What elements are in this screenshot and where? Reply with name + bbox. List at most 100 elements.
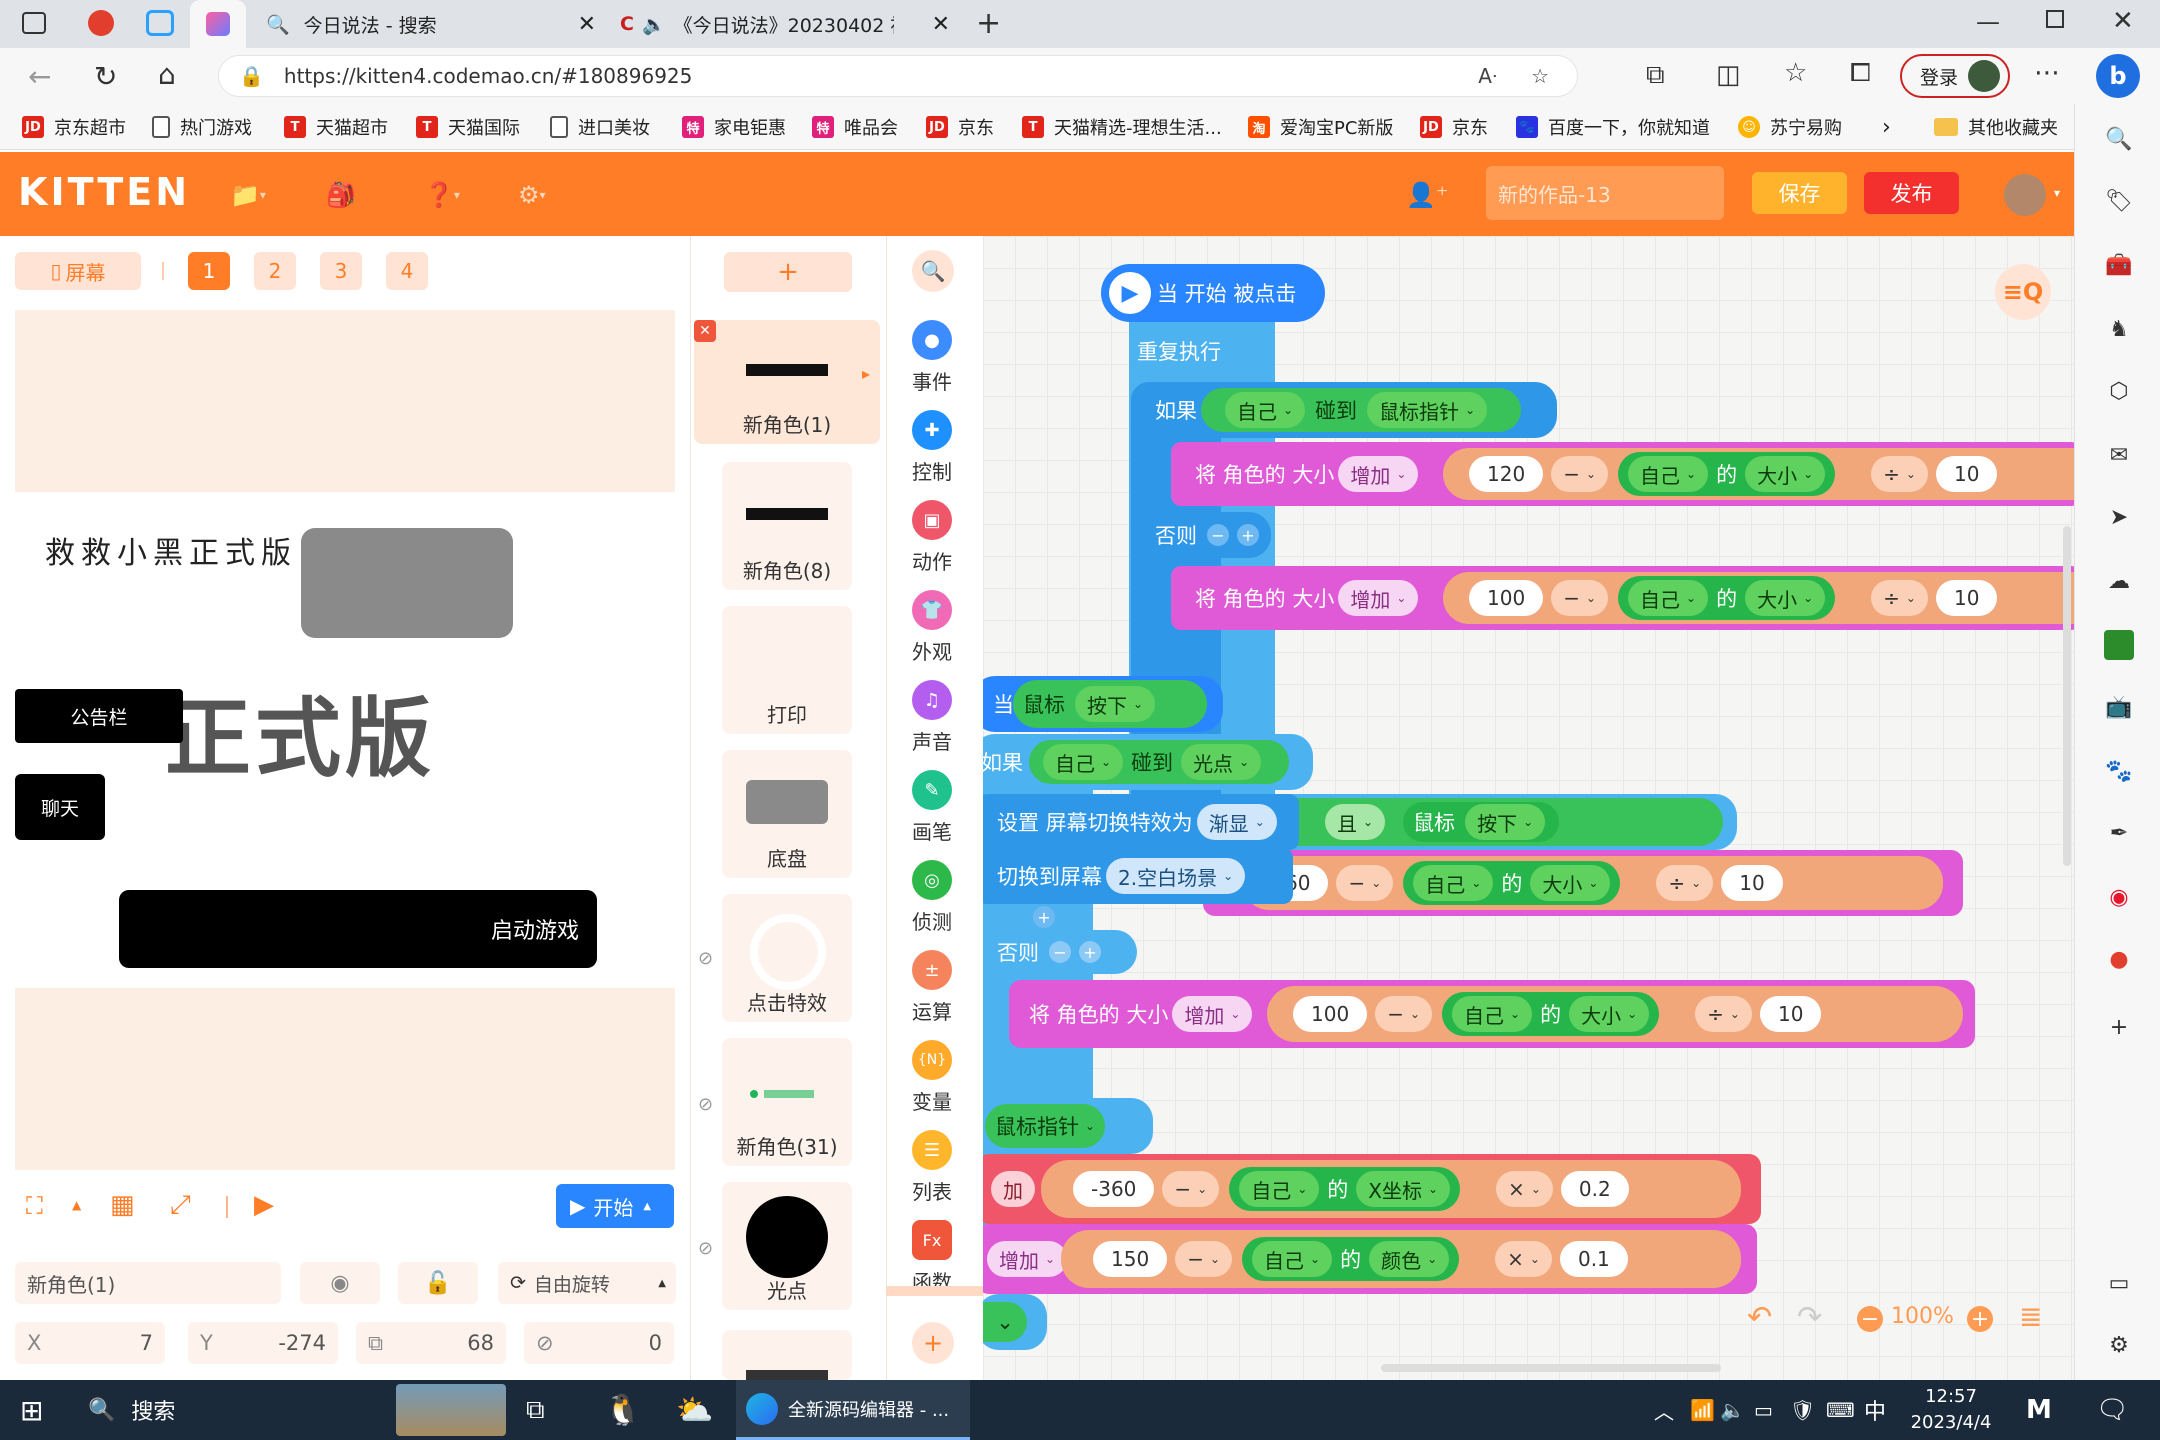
number-input[interactable]: 10 bbox=[1759, 996, 1822, 1032]
work-title-input[interactable]: 新的作品-13 bbox=[1486, 166, 1724, 220]
hidden-eye-icon[interactable]: ⊘ bbox=[698, 948, 713, 969]
bookmark-item[interactable]: 进口美妆 bbox=[550, 112, 650, 142]
category-looks[interactable]: 👕 外观 bbox=[890, 590, 974, 674]
chat-button[interactable]: 聊天 bbox=[15, 774, 105, 840]
add-collaborator-icon[interactable]: 👤⁺ bbox=[1406, 180, 1449, 210]
bookmark-item[interactable]: T 天猫精选-理想生活... bbox=[1022, 112, 1222, 142]
bookmark-item[interactable]: T 天猫超市 bbox=[284, 112, 388, 142]
extensions-icon[interactable]: ⧉ bbox=[1646, 60, 1665, 91]
horizontal-scrollbar[interactable] bbox=[1381, 1364, 1721, 1372]
bookmark-item[interactable]: 热门游戏 bbox=[152, 112, 252, 142]
clock[interactable]: 12:57 2023/4/4 bbox=[1906, 1384, 1996, 1436]
bookmark-item[interactable]: JD 京东 bbox=[926, 112, 994, 142]
operator-select[interactable]: − ⌄ bbox=[1175, 1241, 1233, 1277]
operator-select[interactable]: − ⌄ bbox=[1551, 456, 1609, 492]
stage-canvas[interactable]: 救救小黑正式版 正式版 公告栏 聊天 启动游戏 bbox=[15, 310, 675, 1170]
login-button[interactable]: 登录 bbox=[1900, 54, 2010, 98]
fullscreen-icon[interactable]: ⤢ bbox=[170, 1190, 191, 1221]
close-icon[interactable]: ✕ bbox=[578, 12, 596, 37]
sidebar-layout-icon[interactable]: ▭ bbox=[2104, 1268, 2134, 1298]
self-select[interactable]: 自己 ⌄ bbox=[1225, 392, 1306, 428]
size-select[interactable]: 大小 ⌄ bbox=[1569, 996, 1650, 1032]
bookmark-item[interactable]: 特唯品会 bbox=[812, 112, 898, 142]
search-icon[interactable]: 🔍 bbox=[2104, 124, 2134, 154]
number-input[interactable]: -360 bbox=[1073, 1171, 1155, 1207]
category-event[interactable]: ● 事件 bbox=[890, 320, 974, 404]
when-mouse-block[interactable]: 当 鼠标 按下 ⌄ bbox=[983, 676, 1223, 732]
add-branch-icon[interactable]: + bbox=[1033, 906, 1055, 928]
weibo-icon[interactable]: ◉ bbox=[2104, 882, 2134, 912]
volume-icon[interactable]: 🔈 bbox=[1720, 1380, 1745, 1440]
bilibili-icon[interactable]: 📺 bbox=[2104, 692, 2134, 722]
bookmark-item[interactable]: JD 京东 bbox=[1420, 112, 1488, 142]
help-menu-icon[interactable]: ❓ ▾ bbox=[424, 180, 460, 210]
maximize-icon[interactable] bbox=[2046, 10, 2064, 28]
math-expression[interactable]: 100 − ⌄ 自己 ⌄ 的 大小 ⌄ ÷ ⌄ 10 bbox=[1443, 572, 2074, 624]
bookmark-folder[interactable]: 其他收藏夹 bbox=[1934, 112, 2058, 142]
property-reporter[interactable]: 自己 ⌄ 的 大小 ⌄ bbox=[1442, 992, 1660, 1036]
number-input[interactable]: 0.1 bbox=[1559, 1241, 1628, 1277]
toolbox-icon[interactable]: 🧰 bbox=[2104, 250, 2134, 280]
record-icon[interactable]: ▶ bbox=[254, 1190, 274, 1220]
pointer-reporter[interactable]: 鼠标指针 ⌄ bbox=[985, 1104, 1106, 1148]
partial-condition-block[interactable]: ⌄ bbox=[983, 1294, 1047, 1350]
increase-select[interactable]: 增加 ⌄ bbox=[1338, 456, 1419, 492]
self-select[interactable]: 自己 ⌄ bbox=[1413, 865, 1494, 901]
speaker-icon[interactable]: 🔈 bbox=[642, 13, 666, 36]
category-motion[interactable]: ▣ 动作 bbox=[890, 500, 974, 584]
send-icon[interactable]: ➤ bbox=[2104, 502, 2134, 532]
save-button[interactable]: 保存 bbox=[1752, 172, 1847, 214]
read-aloud-icon[interactable]: Aᐧ bbox=[1478, 64, 1497, 88]
self-select[interactable]: 自己 ⌄ bbox=[1628, 580, 1709, 616]
math-expression[interactable]: 60 − ⌄ 自己 ⌄ 的 大小 ⌄ ÷ ⌄ 10 bbox=[1243, 856, 1943, 910]
screen-tab-3[interactable]: 3 bbox=[320, 252, 362, 290]
size-field[interactable]: ⧉ 68 bbox=[356, 1322, 506, 1364]
operator-select[interactable]: − ⌄ bbox=[1375, 996, 1433, 1032]
number-input[interactable]: 0.2 bbox=[1560, 1171, 1629, 1207]
battery-icon[interactable]: ▭ bbox=[1754, 1380, 1773, 1440]
math-expression[interactable]: 120 − ⌄ 自己 ⌄ 的 大小 ⌄ ÷ ⌄ 10 bbox=[1443, 448, 2074, 500]
backpack-icon[interactable]: 🎒 bbox=[326, 180, 356, 210]
pressed-select[interactable]: 按下 ⌄ bbox=[1465, 804, 1546, 840]
switch-screen-block[interactable]: 切换到屏幕 2.空白场景 ⌄ bbox=[983, 848, 1293, 904]
security-icon[interactable]: 🛡 bbox=[1790, 1380, 1815, 1440]
math-expression[interactable]: 100 − ⌄ 自己 ⌄ 的 大小 ⌄ ÷ ⌄ 10 bbox=[1267, 986, 1963, 1042]
operator-select[interactable]: − ⌄ bbox=[1162, 1171, 1220, 1207]
screen-tab-4[interactable]: 4 bbox=[386, 252, 428, 290]
meet-icon[interactable]: M bbox=[2026, 1380, 2052, 1440]
tab-favicon-2[interactable] bbox=[146, 10, 174, 36]
y-field[interactable]: Y -274 bbox=[188, 1322, 338, 1364]
set-transition-block[interactable]: 设置 屏幕切换特效为 渐显 ⌄ bbox=[983, 794, 1299, 850]
operator-select[interactable]: ÷ ⌄ bbox=[1871, 456, 1928, 492]
increase-select[interactable]: 增加 ⌄ bbox=[1172, 996, 1253, 1032]
number-input[interactable]: 100 bbox=[1469, 580, 1544, 616]
screen-tab-2[interactable]: 2 bbox=[254, 252, 296, 290]
m365-icon[interactable]: ⬡ bbox=[2104, 376, 2134, 406]
bookmark-item[interactable]: 淘爱淘宝PC新版 bbox=[1248, 112, 1393, 142]
remove-branch-icon[interactable]: − bbox=[1049, 941, 1071, 963]
game-app-icon[interactable]: ● bbox=[2104, 944, 2134, 974]
math-expression[interactable]: -360 − ⌄ 自己 ⌄ 的 X坐标 ⌄ × ⌄ 0.2 bbox=[1041, 1160, 1741, 1218]
taskbar-search[interactable]: 🔍 搜索 bbox=[88, 1380, 175, 1440]
minimize-icon[interactable]: — bbox=[1976, 8, 2000, 36]
math-expression[interactable]: 150 − ⌄ 自己 ⌄ 的 颜色 ⌄ × ⌄ 0.1 bbox=[1061, 1230, 1741, 1288]
settings-menu-icon[interactable]: ⚙ ▾ bbox=[518, 180, 546, 210]
repeat-forever-block[interactable]: 重复执行 bbox=[1129, 328, 1263, 374]
tab-active-kitten[interactable] bbox=[190, 0, 246, 48]
size-select[interactable]: 大小 ⌄ bbox=[1530, 865, 1611, 901]
run-button[interactable]: ▶ 开始 ▲ bbox=[556, 1184, 674, 1228]
set-size-block[interactable]: 将 角色的 大小 增加 ⌄ 100 − ⌄ 自己 ⌄ 的 大小 ⌄ ÷ ⌄ 10 bbox=[1171, 566, 2074, 630]
more-icon[interactable]: ⋯ bbox=[2034, 58, 2060, 88]
category-pen[interactable]: ✎ 画笔 bbox=[890, 770, 974, 854]
task-view-icon[interactable]: ⧉ bbox=[526, 1380, 545, 1440]
increase-select[interactable]: 增加 ⌄ bbox=[1338, 580, 1419, 616]
edge-taskbar-item[interactable]: 全新源码编辑器 - ... bbox=[736, 1380, 970, 1440]
self-select[interactable]: 自己 ⌄ bbox=[1239, 1171, 1320, 1207]
caret-up-icon[interactable]: ▲ bbox=[72, 1198, 81, 1212]
lock-toggle[interactable]: 🔓 bbox=[398, 1262, 478, 1304]
change-color-block[interactable]: 增加 ⌄ 150 − ⌄ 自己 ⌄ 的 颜色 ⌄ × ⌄ 0.1 bbox=[983, 1224, 1757, 1294]
favorite-add-icon[interactable]: ☆ bbox=[1531, 64, 1549, 88]
user-avatar[interactable] bbox=[2004, 174, 2046, 216]
sprite-card[interactable]: 底盘 bbox=[722, 750, 852, 878]
favorites-icon[interactable]: ☆ bbox=[1784, 58, 1807, 88]
